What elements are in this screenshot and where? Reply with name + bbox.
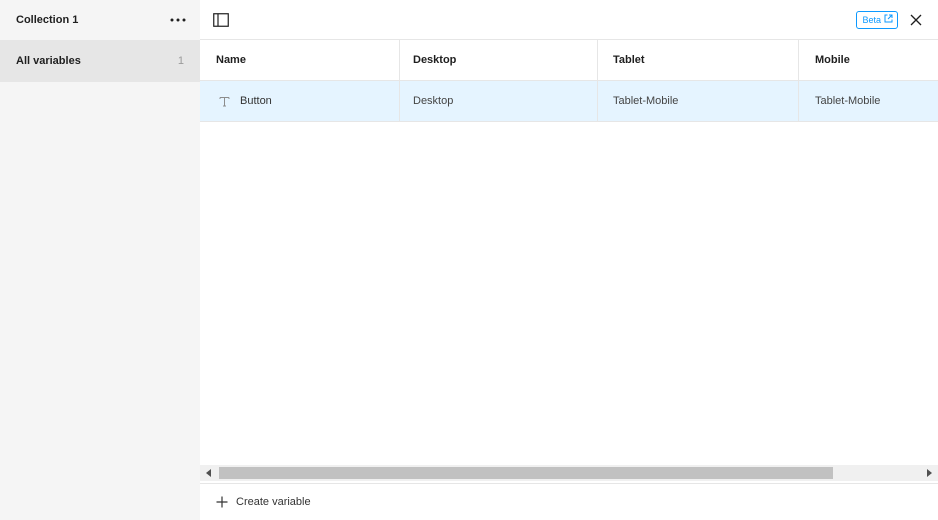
column-header-name[interactable]: Name <box>200 40 400 80</box>
column-header-desktop[interactable]: Desktop <box>400 40 598 80</box>
column-header-tablet[interactable]: Tablet <box>598 40 799 80</box>
scrollbar-thumb[interactable] <box>219 467 833 479</box>
create-variable-button[interactable]: Create variable <box>200 483 938 520</box>
text-type-icon <box>218 95 230 107</box>
arrow-right-icon[interactable] <box>920 465 938 481</box>
external-link-icon <box>884 14 893 25</box>
variable-value-mobile[interactable]: Tablet-Mobile <box>799 81 938 121</box>
create-variable-label: Create variable <box>236 496 311 508</box>
close-icon[interactable] <box>908 12 924 28</box>
scrollbar-track[interactable] <box>218 465 920 481</box>
topbar-actions: Beta <box>856 10 924 29</box>
beta-badge[interactable]: Beta <box>856 10 898 29</box>
ellipsis-icon[interactable] <box>168 10 188 30</box>
column-header-mobile[interactable]: Mobile <box>799 40 938 80</box>
topbar: Beta <box>200 0 938 40</box>
horizontal-scrollbar[interactable] <box>200 465 938 481</box>
table-row[interactable]: Button Desktop Tablet-Mobile Tablet-Mobi… <box>200 81 938 122</box>
sidebar-header: Collection 1 <box>0 0 200 40</box>
beta-label: Beta <box>862 14 881 25</box>
sidebar-item-all-variables[interactable]: All variables 1 <box>0 40 200 82</box>
sidebar-item-label: All variables <box>16 55 81 67</box>
sidebar-item-count: 1 <box>177 55 184 67</box>
variable-value-tablet[interactable]: Tablet-Mobile <box>598 81 799 121</box>
arrow-left-icon[interactable] <box>200 465 218 481</box>
variable-name-cell[interactable]: Button <box>200 81 400 121</box>
table-header-row: Name Desktop Tablet Mobile <box>200 40 938 81</box>
variables-table: Name Desktop Tablet Mobile Button Deskto… <box>200 40 938 122</box>
variable-value-desktop[interactable]: Desktop <box>400 81 598 121</box>
plus-icon <box>216 496 228 508</box>
variables-sidebar: Collection 1 All variables 1 <box>0 0 200 520</box>
sidebar-toggle-icon[interactable] <box>212 11 230 29</box>
variables-main-panel: Beta Name Desktop Tablet Mobile Button D… <box>200 0 938 520</box>
variable-name: Button <box>240 95 272 107</box>
collection-title[interactable]: Collection 1 <box>16 14 78 26</box>
